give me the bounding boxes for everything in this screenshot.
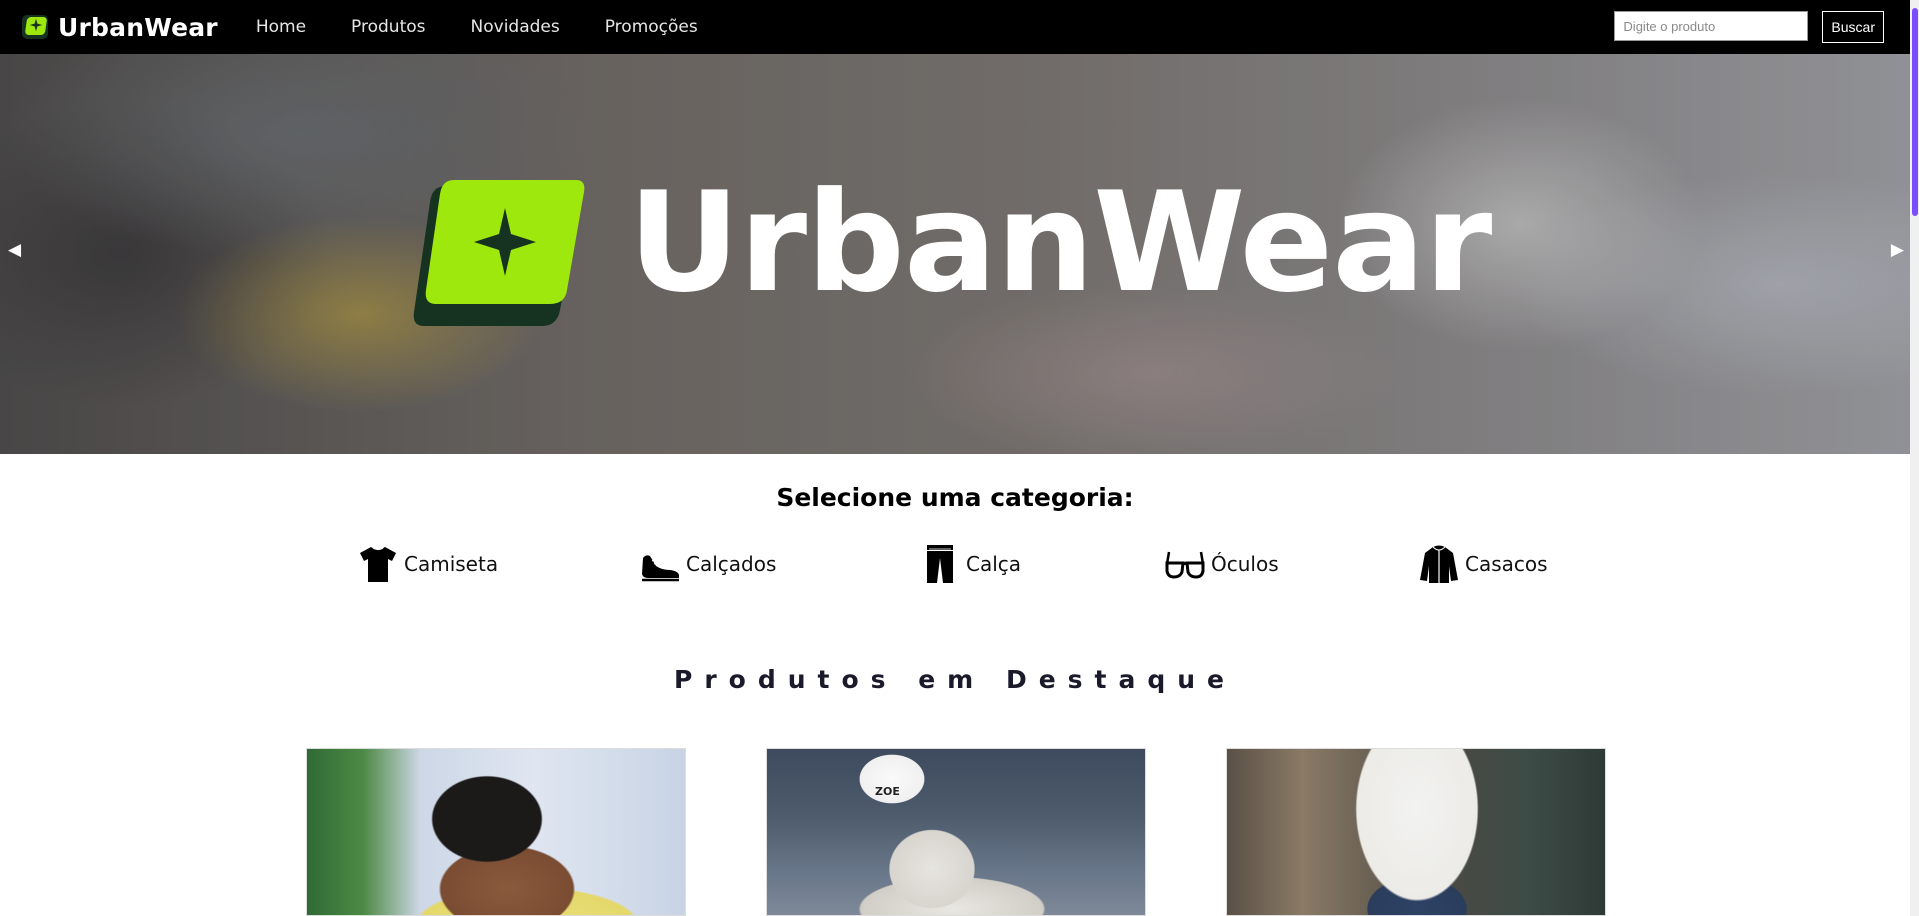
product-card-3[interactable] — [1226, 748, 1606, 916]
brand-name: UrbanWear — [58, 12, 218, 42]
page-scrollbar[interactable] — [1910, 0, 1919, 916]
search-bar: Buscar — [1614, 11, 1884, 43]
hero-banner: UrbanWear ◀ ▶ — [0, 54, 1910, 454]
nav-links: Home Produtos Novidades Promoções — [256, 17, 743, 37]
nav-link-home[interactable]: Home — [256, 17, 306, 37]
product-card-2[interactable]: ZOE — [766, 748, 1146, 916]
category-label: Óculos — [1211, 552, 1279, 576]
pants-icon — [927, 545, 953, 583]
product-image-sock-text: ZOE — [875, 785, 900, 798]
hero-logo-mark-icon — [413, 180, 585, 326]
search-button[interactable]: Buscar — [1822, 11, 1884, 43]
scrollbar-thumb[interactable] — [1912, 8, 1918, 216]
featured-section-title: Produtos em Destaque — [674, 665, 1236, 694]
sneaker-icon — [642, 555, 679, 582]
category-label: Calça — [966, 552, 1022, 576]
brand-logo[interactable]: UrbanWear — [22, 13, 218, 42]
brand-mark-icon — [22, 15, 48, 39]
category-label: Calçados — [686, 552, 777, 576]
category-label: Casacos — [1465, 552, 1548, 576]
category-calcados[interactable]: Calçados — [640, 544, 776, 584]
category-camiseta[interactable]: Camiseta — [358, 544, 498, 584]
category-casacos[interactable]: Casacos — [1419, 544, 1548, 584]
top-navbar: UrbanWear Home Produtos Novidades Promoç… — [0, 0, 1910, 54]
category-calca[interactable]: Calça — [920, 544, 1021, 584]
nav-link-produtos[interactable]: Produtos — [351, 17, 425, 37]
jacket-icon — [1420, 545, 1458, 583]
category-label: Camiseta — [404, 552, 499, 576]
carousel-next-button[interactable]: ▶ — [1891, 240, 1904, 260]
tshirt-icon — [360, 547, 396, 582]
category-section-title: Selecione uma categoria: — [776, 483, 1134, 512]
glasses-icon — [1165, 551, 1205, 579]
hero-logo-text: UrbanWear — [628, 162, 1492, 323]
nav-link-promocoes[interactable]: Promoções — [605, 17, 698, 37]
category-oculos[interactable]: Óculos — [1165, 544, 1279, 584]
carousel-prev-button[interactable]: ◀ — [8, 240, 21, 260]
nav-link-novidades[interactable]: Novidades — [471, 17, 560, 37]
search-input[interactable] — [1614, 11, 1809, 41]
product-card-1[interactable] — [306, 748, 686, 916]
category-list: Camiseta Calçados Calça Óculos Casacos — [0, 544, 1910, 584]
